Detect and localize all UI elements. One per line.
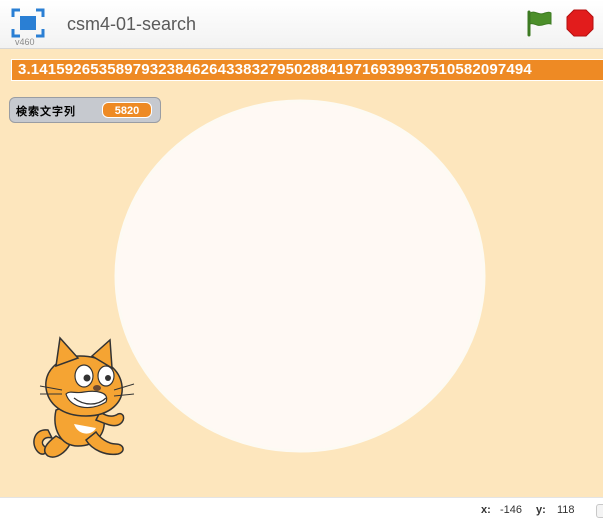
green-flag-icon[interactable] <box>524 9 554 37</box>
project-title: csm4-01-search <box>67 14 197 34</box>
y-coordinate-label: y: <box>536 504 546 516</box>
pi-digits-value: 3.14159265358979323846264338327950288419… <box>18 61 532 78</box>
version-label: v460 <box>15 37 35 47</box>
stop-icon[interactable] <box>566 9 594 37</box>
pi-digits-monitor: 3.14159265358979323846264338327950288419… <box>11 59 603 81</box>
scroll-handle[interactable] <box>596 504 603 518</box>
circle-sprite[interactable] <box>114 99 486 453</box>
coordinate-bar: x: -146 y: 118 <box>0 497 603 522</box>
scratch-cat-sprite[interactable] <box>26 332 146 462</box>
x-coordinate-value: -146 <box>500 504 523 516</box>
stage[interactable]: 3.14159265358979323846264338327950288419… <box>0 49 603 497</box>
y-coordinate-value: 118 <box>557 504 575 516</box>
player-topbar: v460 csm4-01-search <box>0 0 603 49</box>
variable-label: 検索文字列 <box>16 106 76 118</box>
x-coordinate-label: x: <box>481 504 491 516</box>
fullscreen-icon[interactable] <box>11 8 45 38</box>
